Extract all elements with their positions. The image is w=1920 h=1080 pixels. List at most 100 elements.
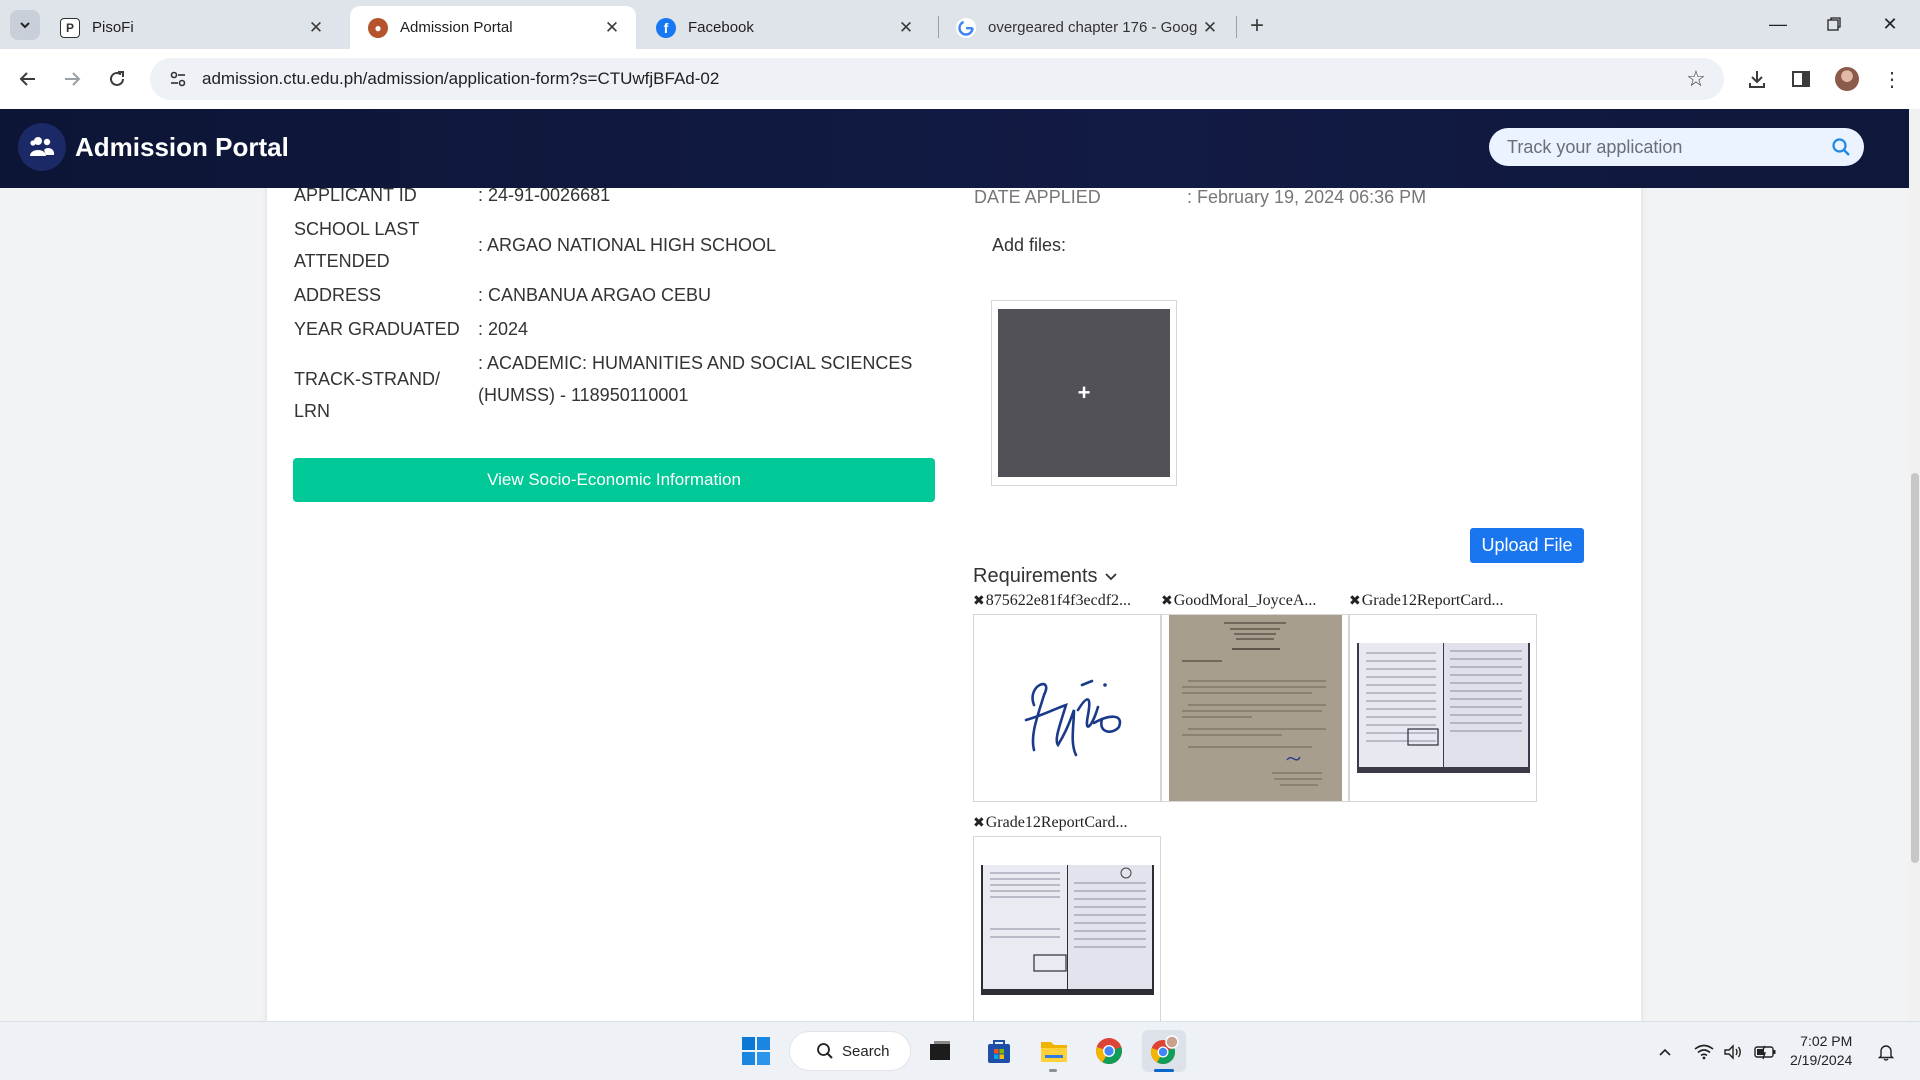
remove-file-icon[interactable]: ✖: [1161, 593, 1173, 609]
tab-strip: P PisoFi ✕ ● Admission Portal ✕ f Facebo…: [0, 0, 1920, 49]
windows-taskbar: Search 7:02 PM 2/19/2024: [0, 1021, 1920, 1080]
chrome-icon: [1096, 1038, 1122, 1065]
site-info-icon[interactable]: [160, 63, 196, 95]
report-card-photo-image: [974, 837, 1160, 1021]
page-scrollbar[interactable]: [1909, 109, 1920, 1021]
folder-icon: [1041, 1042, 1067, 1062]
add-files-label: Add files:: [992, 235, 1067, 255]
microsoft-store-icon: [988, 1040, 1010, 1063]
remove-file-icon[interactable]: ✖: [973, 593, 985, 609]
clock-date: 2/19/2024: [1790, 1052, 1853, 1068]
tab-admission-portal[interactable]: ● Admission Portal ✕: [350, 6, 636, 49]
tab-title: Admission Portal: [400, 19, 513, 36]
requirement-filename: Grade12ReportCard...: [1361, 592, 1504, 609]
close-icon[interactable]: ✕: [602, 18, 622, 38]
scrollbar-thumb[interactable]: [1911, 473, 1919, 863]
facebook-icon: f: [656, 17, 676, 38]
active-indicator: [1154, 1069, 1174, 1072]
search-icon: [817, 1043, 833, 1059]
add-file-plus-icon[interactable]: +: [998, 309, 1170, 477]
requirement-filename: Grade12ReportCard...: [985, 814, 1128, 831]
taskbar-search-label: Search: [842, 1042, 890, 1060]
running-indicator: [1049, 1069, 1057, 1072]
chevron-up-icon: [1659, 1048, 1671, 1056]
tab-title: overgeared chapter 176 - Goog: [988, 19, 1198, 36]
info-value: : CANBANUA ARGAO CEBU: [478, 285, 712, 305]
chevron-down-icon: [1104, 572, 1117, 580]
download-icon[interactable]: [1741, 63, 1773, 95]
volume-icon[interactable]: [1721, 1022, 1745, 1080]
application-card: DATE APPLIED : February 19, 2024 06:36 P…: [267, 149, 1641, 1021]
reload-icon: [110, 71, 124, 86]
tab-google-search[interactable]: overgeared chapter 176 - Goog ✕: [938, 6, 1234, 49]
info-row-school: SCHOOL LAST ATTENDED : ARGAO NATIONAL HI…: [294, 213, 776, 277]
requirements-toggle[interactable]: Requirements: [973, 565, 1119, 588]
requirement-item: ✖Grade12ReportCard...: [973, 813, 1161, 1021]
taskbar-search[interactable]: Search: [789, 1031, 911, 1071]
portal-brand[interactable]: Admission Portal: [18, 123, 289, 171]
chrome-button[interactable]: [1087, 1030, 1131, 1072]
tab-facebook[interactable]: f Facebook ✕: [638, 6, 930, 49]
users-group-icon: [18, 123, 66, 171]
minimize-button[interactable]: —: [1758, 8, 1798, 40]
date-applied-label: DATE APPLIED: [974, 187, 1101, 207]
show-hidden-icons-button[interactable]: [1652, 1022, 1678, 1080]
info-value: : ARGAO NATIONAL HIGH SCHOOL: [478, 235, 777, 255]
close-icon[interactable]: ✕: [1200, 18, 1220, 38]
forward-button[interactable]: [56, 63, 88, 95]
tab-pisofi[interactable]: P PisoFi ✕: [42, 6, 340, 49]
address-bar[interactable]: admission.ctu.edu.ph/admission/applicati…: [150, 58, 1724, 100]
file-dropzone[interactable]: +: [991, 300, 1177, 486]
portal-title: Admission Portal: [75, 131, 289, 162]
requirement-thumbnail[interactable]: [1161, 614, 1349, 802]
page-viewport: DATE APPLIED : February 19, 2024 06:36 P…: [0, 109, 1909, 1021]
requirement-item: ✖875622e81f4f3ecdf2...: [973, 591, 1161, 802]
taskbar-clock[interactable]: 7:02 PM 2/19/2024: [1790, 1032, 1852, 1070]
profile-avatar[interactable]: [1831, 63, 1863, 95]
requirement-filename: GoodMoral_JoyceA...: [1173, 592, 1317, 609]
forward-arrow-icon: [65, 72, 81, 86]
close-window-button[interactable]: ✕: [1870, 8, 1910, 40]
requirement-thumbnail[interactable]: [1349, 614, 1537, 802]
reload-button[interactable]: [101, 63, 133, 95]
info-label: TRACK-STRAND/ LRN: [294, 369, 441, 421]
new-tab-button[interactable]: +: [1243, 12, 1271, 40]
info-value: : ACADEMIC: HUMANITIES AND SOCIAL SCIENC…: [478, 353, 913, 405]
view-socio-economic-button[interactable]: View Socio-Economic Information: [293, 458, 935, 502]
task-view-icon: [930, 1041, 950, 1060]
battery-icon[interactable]: [1751, 1022, 1779, 1080]
upload-file-button[interactable]: Upload File: [1470, 528, 1584, 563]
requirement-thumbnail[interactable]: [973, 614, 1161, 802]
requirement-thumbnail[interactable]: [973, 836, 1161, 1021]
side-panel-icon[interactable]: [1785, 63, 1817, 95]
restore-button[interactable]: [1814, 8, 1854, 40]
info-label: YEAR GRADUATED: [294, 319, 460, 339]
requirement-item: ✖GoodMoral_JoyceA...: [1161, 591, 1349, 802]
close-icon[interactable]: ✕: [896, 18, 916, 38]
clock-time: 7:02 PM: [1800, 1033, 1853, 1049]
track-application-input[interactable]: [1507, 136, 1824, 158]
store-button[interactable]: [977, 1030, 1021, 1072]
avatar: [1835, 67, 1859, 91]
task-view-button[interactable]: [918, 1030, 962, 1072]
pisofi-icon: P: [60, 17, 80, 38]
bookmark-star-icon[interactable]: ☆: [1678, 61, 1714, 97]
requirement-filename: 875622e81f4f3ecdf2...: [985, 592, 1132, 609]
remove-file-icon[interactable]: ✖: [1349, 593, 1361, 609]
wifi-icon[interactable]: [1692, 1022, 1716, 1080]
chrome-menu-icon[interactable]: ⋮: [1876, 63, 1908, 95]
tab-search-button[interactable]: [10, 10, 40, 40]
close-icon[interactable]: ✕: [306, 18, 326, 38]
notification-bell-icon[interactable]: [1874, 1022, 1898, 1080]
windows-logo-icon: [742, 1037, 770, 1065]
date-applied-row: DATE APPLIED : February 19, 2024 06:36 P…: [974, 187, 1426, 208]
chrome-profile-button[interactable]: [1142, 1030, 1186, 1072]
start-button[interactable]: [734, 1030, 778, 1072]
tab-divider: [1236, 16, 1237, 38]
file-explorer-button[interactable]: [1032, 1030, 1076, 1072]
remove-file-icon[interactable]: ✖: [973, 815, 985, 831]
back-button[interactable]: [12, 63, 44, 95]
url-text[interactable]: admission.ctu.edu.ph/admission/applicati…: [202, 69, 1678, 89]
search-icon[interactable]: [1824, 130, 1858, 164]
info-value: : 2024: [478, 319, 529, 339]
